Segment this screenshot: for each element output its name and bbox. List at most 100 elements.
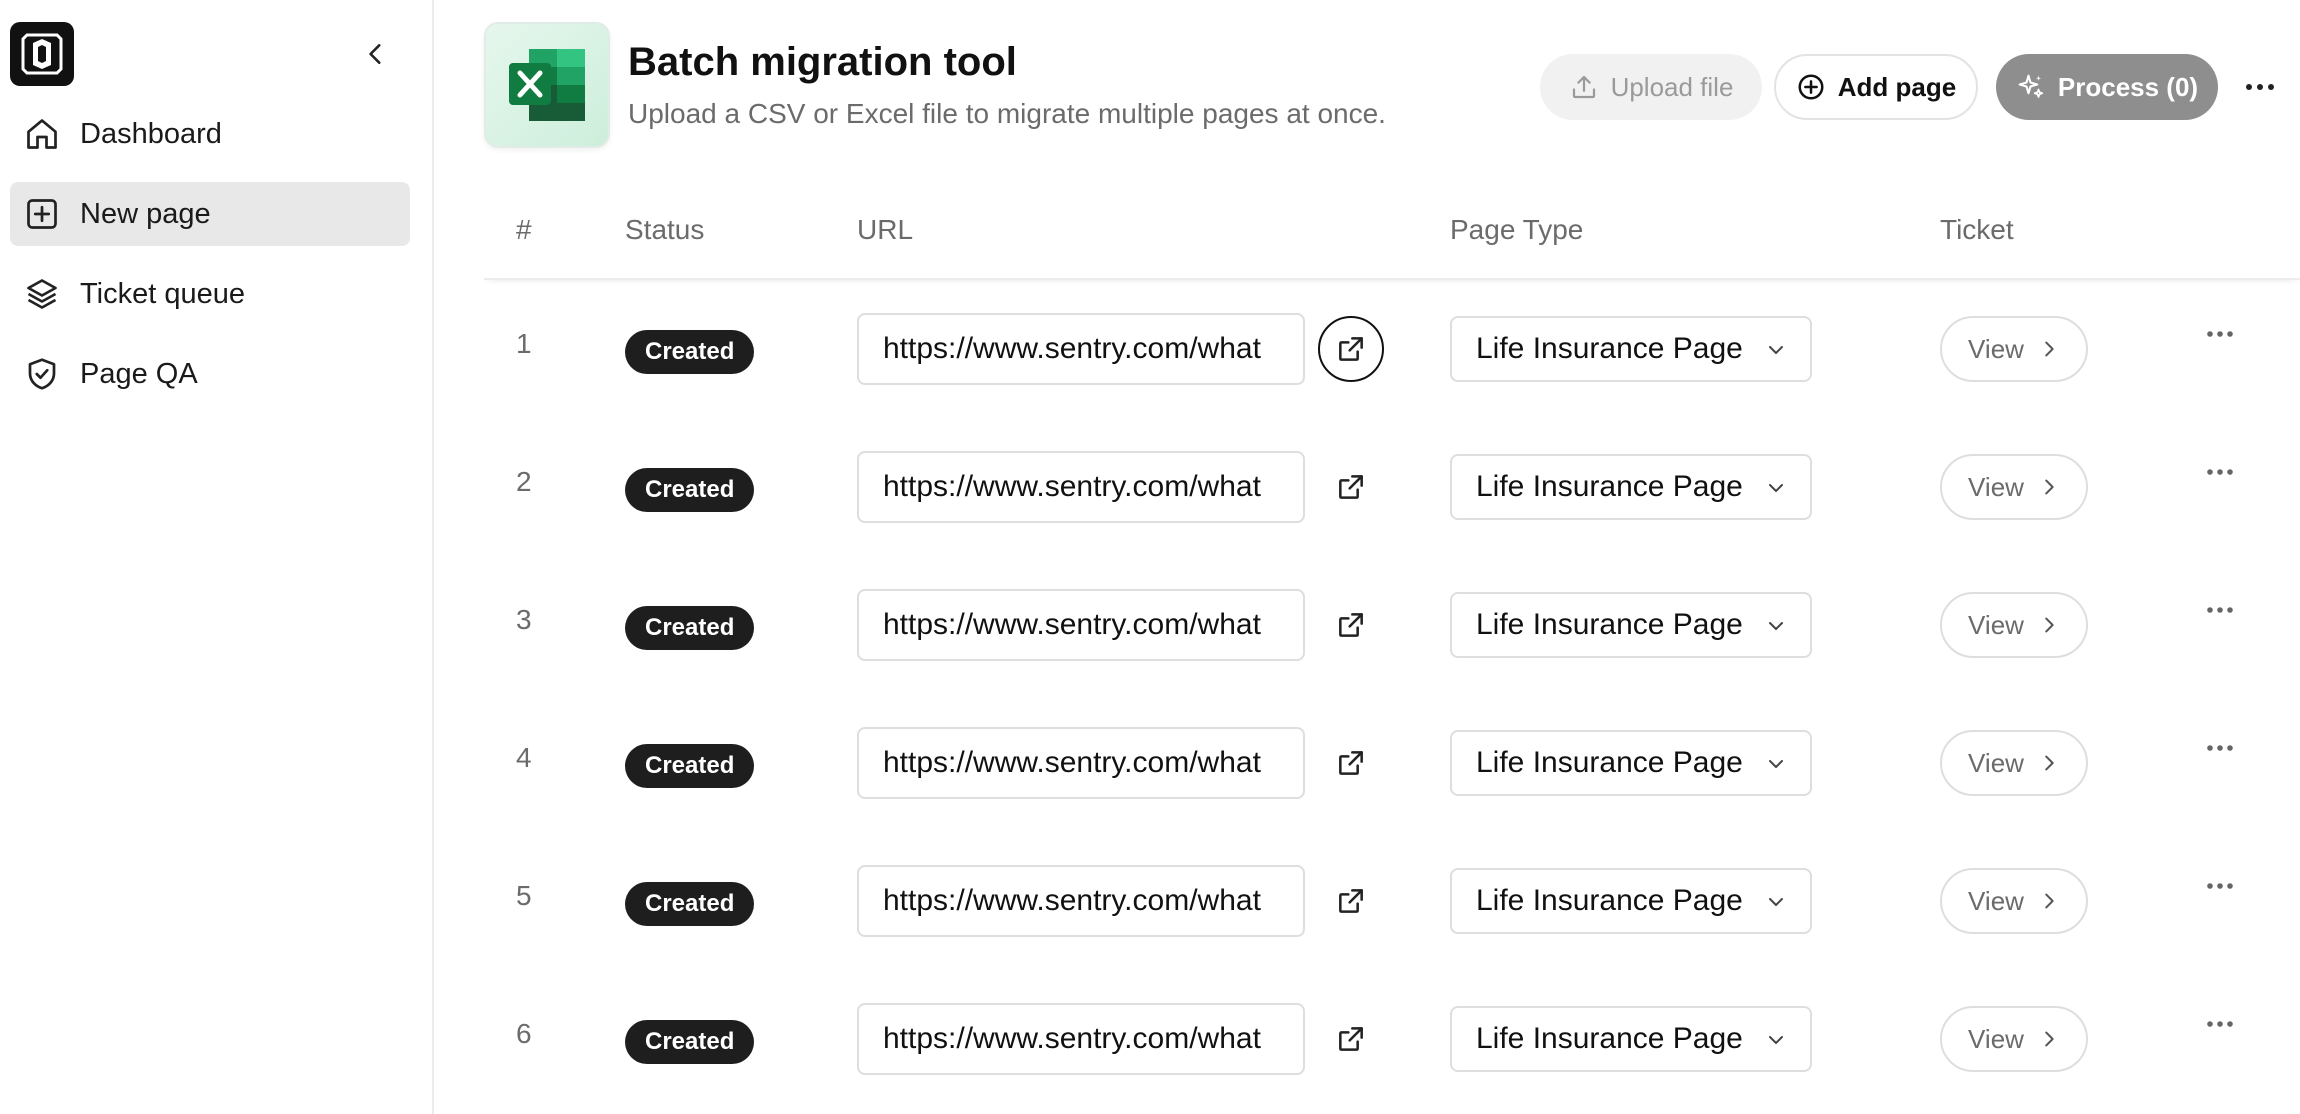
page-type-select[interactable]: Life Insurance Page xyxy=(1450,1006,1812,1072)
row-more-button[interactable] xyxy=(2200,314,2240,354)
page-type-select[interactable]: Life Insurance Page xyxy=(1450,730,1812,796)
table-header: # Status URL Page Type Ticket xyxy=(484,190,2300,280)
sidebar-item-new-page[interactable]: New page xyxy=(10,182,410,246)
sidebar: Dashboard New page Ticket queue Page QA xyxy=(0,0,434,1114)
table-row: 1 Created Life Insurance Page View xyxy=(484,280,2300,418)
page-type-value: Life Insurance Page xyxy=(1476,608,1743,641)
chevron-down-icon xyxy=(1769,346,1783,354)
url-input[interactable] xyxy=(857,313,1305,385)
view-ticket-button[interactable]: View xyxy=(1940,1006,2088,1072)
view-ticket-label: View xyxy=(1968,609,2024,640)
sparkles-icon xyxy=(2018,74,2044,98)
status-badge: Created xyxy=(625,330,755,374)
sidebar-item-page-qa[interactable]: Page QA xyxy=(10,342,410,406)
add-page-label: Add page xyxy=(1837,71,1957,102)
column-header-page-type: Page Type xyxy=(1450,214,1584,245)
collapse-sidebar-button[interactable] xyxy=(356,34,396,74)
status-badge: Created xyxy=(625,606,755,650)
view-ticket-label: View xyxy=(1968,471,2024,502)
row-more-button[interactable] xyxy=(2200,590,2240,630)
row-number: 3 xyxy=(516,604,532,635)
row-more-button[interactable] xyxy=(2200,866,2240,906)
table-row: 3 Created Life Insurance Page View xyxy=(484,556,2300,694)
url-input[interactable] xyxy=(857,865,1305,937)
external-link-icon xyxy=(1339,751,1363,775)
url-input[interactable] xyxy=(857,451,1305,523)
sidebar-nav: Dashboard New page Ticket queue Page QA xyxy=(10,102,410,422)
page-type-value: Life Insurance Page xyxy=(1476,470,1743,503)
logo-icon xyxy=(21,33,63,75)
column-header-ticket: Ticket xyxy=(1940,214,2014,245)
process-label: Process (0) xyxy=(2057,71,2199,102)
more-horizontal-icon xyxy=(2207,883,2233,889)
page-title: Batch migration tool xyxy=(628,40,1017,84)
sidebar-item-ticket-queue[interactable]: Ticket queue xyxy=(10,262,410,326)
upload-icon xyxy=(1572,75,1595,99)
open-url-button[interactable] xyxy=(1318,316,1384,382)
header-actions: Upload file Add page Process (0) xyxy=(1540,54,2300,120)
view-ticket-button[interactable]: View xyxy=(1940,454,2088,520)
page-type-select[interactable]: Life Insurance Page xyxy=(1450,454,1812,520)
row-more-button[interactable] xyxy=(2200,728,2240,768)
upload-file-label: Upload file xyxy=(1610,71,1734,102)
view-ticket-label: View xyxy=(1968,747,2024,778)
open-url-button[interactable] xyxy=(1318,1006,1384,1072)
page-type-value: Life Insurance Page xyxy=(1476,746,1743,779)
sidebar-item-dashboard[interactable]: Dashboard xyxy=(10,102,410,166)
chevron-right-icon xyxy=(2045,341,2054,357)
open-url-button[interactable] xyxy=(1318,454,1384,520)
chevron-left-icon xyxy=(369,44,381,64)
layers-icon xyxy=(22,274,62,314)
row-number: 2 xyxy=(516,466,532,497)
page-type-select[interactable]: Life Insurance Page xyxy=(1450,592,1812,658)
row-more-button[interactable] xyxy=(2200,1004,2240,1044)
open-url-button[interactable] xyxy=(1318,592,1384,658)
view-ticket-button[interactable]: View xyxy=(1940,868,2088,934)
row-number: 5 xyxy=(516,880,532,911)
sidebar-item-label: Page QA xyxy=(80,357,198,390)
shield-check-icon xyxy=(22,354,62,394)
open-url-button[interactable] xyxy=(1318,730,1384,796)
table-row: 4 Created Life Insurance Page View xyxy=(484,694,2300,832)
url-input[interactable] xyxy=(857,1003,1305,1075)
more-horizontal-icon xyxy=(2207,331,2233,337)
sidebar-item-label: New page xyxy=(80,197,211,230)
url-input[interactable] xyxy=(857,727,1305,799)
add-page-button[interactable]: Add page xyxy=(1774,54,1978,120)
page-type-select[interactable]: Life Insurance Page xyxy=(1450,868,1812,934)
app-logo[interactable] xyxy=(10,22,74,86)
pages-table: # Status URL Page Type Ticket 1 Created … xyxy=(484,190,2300,1108)
external-link-icon xyxy=(1339,475,1363,499)
chevron-right-icon xyxy=(2045,893,2054,909)
status-badge: Created xyxy=(625,882,755,926)
sidebar-item-label: Ticket queue xyxy=(80,277,245,310)
more-horizontal-icon xyxy=(2246,84,2274,90)
chevron-down-icon xyxy=(1769,622,1783,630)
process-button[interactable]: Process (0) xyxy=(1996,54,2218,120)
chevron-right-icon xyxy=(2045,1031,2054,1047)
chevron-right-icon xyxy=(2045,755,2054,771)
excel-icon xyxy=(484,22,610,148)
page-type-select[interactable]: Life Insurance Page xyxy=(1450,316,1812,382)
table-row: 2 Created Life Insurance Page View xyxy=(484,418,2300,556)
more-horizontal-icon xyxy=(2207,745,2233,751)
row-more-button[interactable] xyxy=(2200,452,2240,492)
header-more-button[interactable] xyxy=(2240,67,2280,107)
open-url-button[interactable] xyxy=(1318,868,1384,934)
row-number: 6 xyxy=(516,1018,532,1049)
view-ticket-label: View xyxy=(1968,333,2024,364)
view-ticket-button[interactable]: View xyxy=(1940,316,2088,382)
view-ticket-button[interactable]: View xyxy=(1940,730,2088,796)
status-badge: Created xyxy=(625,744,755,788)
upload-file-button[interactable]: Upload file xyxy=(1540,54,1762,120)
chevron-down-icon xyxy=(1769,1036,1783,1044)
column-header-number: # xyxy=(516,214,532,245)
chevron-right-icon xyxy=(2045,479,2054,495)
home-icon xyxy=(22,114,62,154)
external-link-icon xyxy=(1339,1027,1363,1051)
view-ticket-button[interactable]: View xyxy=(1940,592,2088,658)
status-badge: Created xyxy=(625,468,755,512)
column-header-status: Status xyxy=(625,214,705,245)
view-ticket-label: View xyxy=(1968,885,2024,916)
url-input[interactable] xyxy=(857,589,1305,661)
